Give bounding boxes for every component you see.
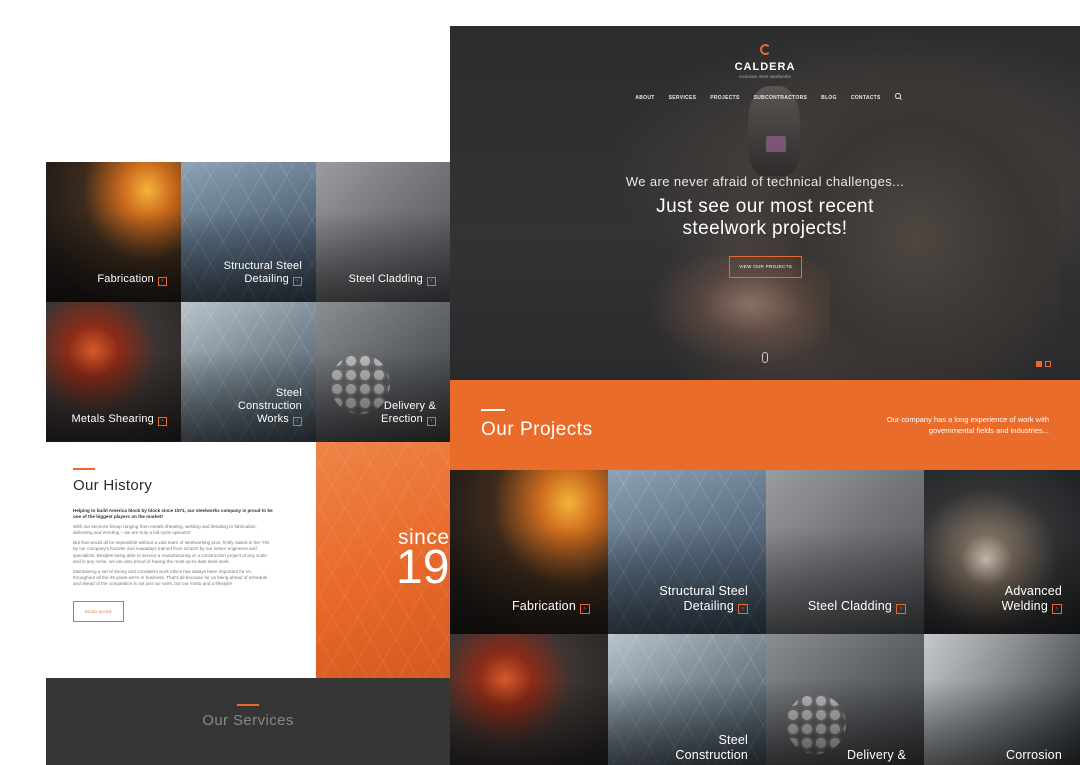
project-tile-corrosion[interactable]: Corrosion xyxy=(924,634,1080,765)
back-page-preview: Fabrication › Structural Steel Detailing › … xyxy=(46,162,450,765)
hero-headline: Just see our most recent steelwork proje… xyxy=(656,196,874,239)
tile-label: Detailing xyxy=(244,273,289,285)
projects-grid: Fabrication › Structural Steel Detailing › … xyxy=(450,470,1080,765)
tile-delivery-erection[interactable]: Delivery & Erection › xyxy=(316,302,450,442)
project-tile-advanced-welding[interactable]: Advanced Welding › xyxy=(924,470,1080,634)
history-section: Our History Helping to build America blo… xyxy=(46,442,316,678)
arrow-icon: › xyxy=(293,417,302,426)
history-title: Our History xyxy=(73,477,153,494)
tile-structural-steel-detailing[interactable]: Structural Steel Detailing › xyxy=(181,162,316,302)
arrow-icon: › xyxy=(158,277,167,286)
tile-label: Fabrication xyxy=(511,599,576,613)
tile-label: Delivery & xyxy=(847,748,906,762)
tile-label: Steel xyxy=(275,387,302,399)
arrow-icon: › xyxy=(293,277,302,286)
slider-dot-active[interactable] xyxy=(1036,361,1042,367)
hero-section: CALDERA exclusive steel steelworks ABOUT… xyxy=(450,26,1080,386)
arrow-icon: › xyxy=(158,417,167,426)
tile-label: Welding xyxy=(1001,599,1048,613)
slider-dot[interactable] xyxy=(1045,361,1051,367)
history-paragraph: Maintaining a set of strong and consiste… xyxy=(73,568,268,586)
tile-label: Steel xyxy=(718,733,748,747)
logo[interactable]: CALDERA exclusive steel steelworks xyxy=(450,43,1080,79)
scroll-mouse-icon[interactable] xyxy=(762,352,768,363)
project-tile-steel-construction[interactable]: Steel Construction xyxy=(608,634,766,765)
tile-label: Advanced xyxy=(1004,584,1062,598)
arrow-icon: › xyxy=(580,604,590,614)
accent-divider xyxy=(481,409,505,411)
project-tile-structural-steel-detailing[interactable]: Structural Steel Detailing › xyxy=(608,470,766,634)
tile-label: Metals Shearing xyxy=(71,413,154,425)
arrow-icon: › xyxy=(896,604,906,614)
tile-label: Erection xyxy=(381,413,423,425)
history-lead: Helping to build America block by block … xyxy=(73,508,273,520)
front-page-preview: CALDERA exclusive steel steelworks ABOUT… xyxy=(450,26,1080,765)
arrow-icon: › xyxy=(738,604,748,614)
nav-item-blog[interactable]: BLOG xyxy=(821,95,837,101)
history-paragraph: With our services lineup ranging from me… xyxy=(73,524,257,536)
accent-divider xyxy=(237,704,259,706)
hero-subtitle: We are never afraid of technical challen… xyxy=(625,174,905,189)
tile-label: Construction xyxy=(675,748,748,762)
project-tile-metals-shearing[interactable] xyxy=(450,634,608,765)
logo-name: CALDERA xyxy=(734,61,796,73)
tile-label: Steel Cladding xyxy=(348,273,423,285)
tile-label: Construction xyxy=(237,400,302,412)
nav-item-subcontractors[interactable]: SUBCONTRACTORS xyxy=(754,95,808,101)
search-icon[interactable] xyxy=(894,93,902,100)
arrow-icon: › xyxy=(427,277,436,286)
projects-description: Our company has a long experience of wor… xyxy=(886,415,1049,435)
services-title: Our Services xyxy=(202,712,294,729)
nav-item-contacts[interactable]: CONTACTS xyxy=(851,95,881,101)
tile-steel-cladding[interactable]: Steel Cladding › xyxy=(316,162,450,302)
tile-label: Corrosion xyxy=(1006,748,1062,762)
projects-title: Our Projects xyxy=(481,419,593,440)
tile-metals-shearing[interactable]: Metals Shearing › xyxy=(46,302,181,442)
tile-fabrication[interactable]: Fabrication › xyxy=(46,162,181,302)
project-tile-delivery[interactable]: Delivery & xyxy=(766,634,924,765)
logo-tagline: exclusive steel steelworks xyxy=(739,74,791,79)
read-more-button[interactable]: READ MORE xyxy=(73,601,124,623)
since-year: 19 xyxy=(396,541,450,594)
logo-icon xyxy=(759,44,771,55)
nav-item-about[interactable]: ABOUT xyxy=(635,95,654,101)
project-tile-fabrication[interactable]: Fabrication › xyxy=(450,470,608,634)
view-projects-button[interactable]: VIEW OUR PROJECTS xyxy=(729,256,802,278)
tile-label: Detailing xyxy=(683,599,734,613)
tile-label: Steel Cladding xyxy=(807,599,892,613)
services-section: Our Services xyxy=(46,678,450,765)
arrow-icon: › xyxy=(427,417,436,426)
nav-item-services[interactable]: SERVICES xyxy=(669,95,697,101)
nav-item-projects[interactable]: PROJECTS xyxy=(710,95,739,101)
tile-label: Structural Steel xyxy=(223,260,302,272)
history-paragraph: But that would all be impossible without… xyxy=(73,540,270,564)
accent-divider xyxy=(73,468,95,470)
tile-label: Structural Steel xyxy=(659,584,748,598)
tile-label: Works xyxy=(257,413,289,425)
tile-label: Delivery & xyxy=(383,400,436,412)
tile-label: Fabrication xyxy=(97,273,154,285)
projects-header: Our Projects Our company has a long expe… xyxy=(450,380,1080,470)
since-banner: since 19 xyxy=(316,442,450,678)
slider-pagination xyxy=(1033,354,1051,372)
tile-steel-construction-works[interactable]: Steel Construction Works › xyxy=(181,302,316,442)
project-tile-steel-cladding[interactable]: Steel Cladding › xyxy=(766,470,924,634)
arrow-icon: › xyxy=(1052,604,1062,614)
main-nav: ABOUT SERVICES PROJECTS SUBCONTRACTORS B… xyxy=(450,93,1080,101)
